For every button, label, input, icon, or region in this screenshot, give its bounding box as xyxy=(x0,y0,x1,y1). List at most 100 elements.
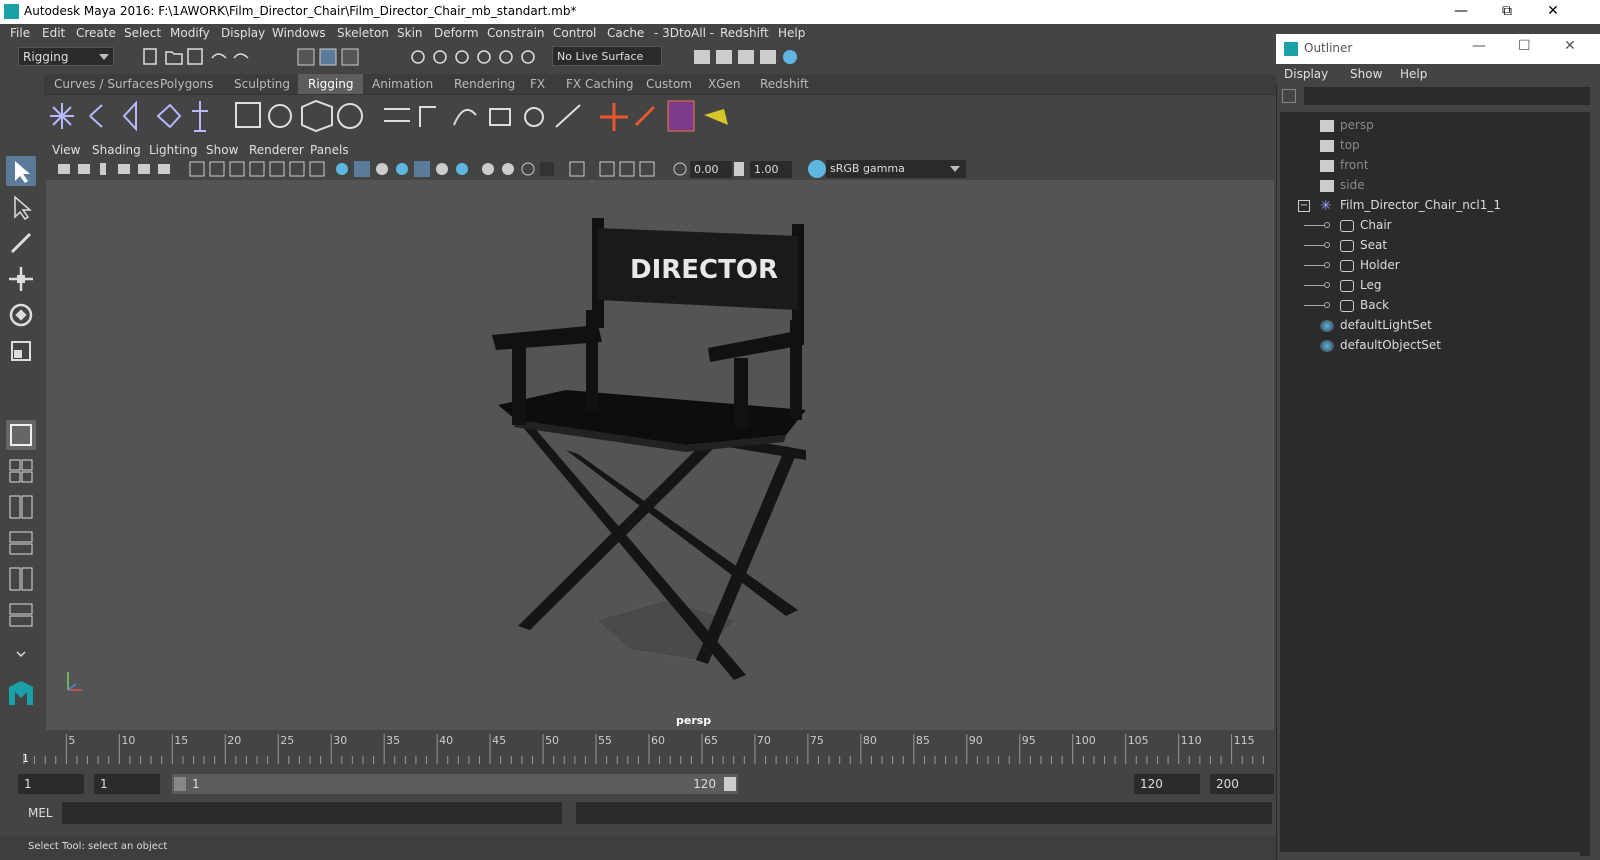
menu-create[interactable]: Create xyxy=(76,26,116,40)
outliner-item[interactable]: side xyxy=(1280,176,1580,196)
undo-icon xyxy=(211,53,227,59)
command-language-label[interactable]: MEL xyxy=(28,806,53,820)
outliner-item[interactable]: defaultObjectSet xyxy=(1280,336,1580,356)
outliner-item[interactable]: Back xyxy=(1280,296,1580,316)
outliner-item-label: defaultObjectSet xyxy=(1340,338,1442,352)
menu-select[interactable]: Select xyxy=(124,26,161,40)
animation-start-field[interactable]: 1 xyxy=(18,774,84,794)
menu-edit[interactable]: Edit xyxy=(42,26,65,40)
outliner-search-input[interactable] xyxy=(1304,87,1590,105)
select-tool-button[interactable] xyxy=(6,156,36,186)
outliner-maximize-button[interactable]: ☐ xyxy=(1518,38,1531,54)
menu-set-dropdown[interactable]: Rigging xyxy=(18,47,114,66)
range-slider-bar[interactable]: 1 120 xyxy=(172,774,738,794)
menu-modify[interactable]: Modify xyxy=(170,26,210,40)
outliner-scrollbar[interactable] xyxy=(1580,112,1590,856)
range-start-label: 1 xyxy=(192,777,200,791)
menu-cache[interactable]: Cache xyxy=(607,26,644,40)
layout-menu-button[interactable] xyxy=(6,638,36,668)
outliner-item[interactable]: defaultLightSet xyxy=(1280,316,1580,336)
menu-redshift[interactable]: Redshift xyxy=(720,26,769,40)
graph-layout-button[interactable] xyxy=(6,600,36,630)
minimize-button[interactable]: — xyxy=(1438,0,1484,24)
outliner-menu-display[interactable]: Display xyxy=(1284,67,1328,81)
tree-connector xyxy=(1304,265,1324,266)
color-space-dropdown[interactable]: sRGB gamma xyxy=(826,160,966,178)
range-start-handle[interactable] xyxy=(174,777,186,791)
persp-outliner-layout-button[interactable] xyxy=(6,492,36,522)
command-input[interactable] xyxy=(62,802,562,824)
outliner-filter-icon[interactable] xyxy=(1282,89,1296,103)
single-perspective-layout-button[interactable] xyxy=(6,420,36,450)
shelf-tab-rigging[interactable]: Rigging xyxy=(298,74,364,94)
outliner-item[interactable]: Holder xyxy=(1280,256,1580,276)
menu-file[interactable]: File xyxy=(10,26,30,40)
menu-help[interactable]: Help xyxy=(778,26,805,40)
menu-deform[interactable]: Deform xyxy=(434,26,479,40)
shelf-tab-rendering[interactable]: Rendering xyxy=(444,74,525,94)
hypershade-layout-button[interactable] xyxy=(6,564,36,594)
four-view-layout-button[interactable] xyxy=(6,456,36,486)
menu-skeleton[interactable]: Skeleton xyxy=(337,26,389,40)
rotate-tool-button[interactable] xyxy=(6,300,36,330)
shelf-tab-fx-caching[interactable]: FX Caching xyxy=(556,74,643,94)
move-tool-button[interactable] xyxy=(6,264,36,294)
outliner-minimize-button[interactable]: — xyxy=(1472,38,1486,54)
outliner-menu-show[interactable]: Show xyxy=(1350,67,1382,81)
shelf-tab-sculpting[interactable]: Sculpting xyxy=(224,74,300,94)
screen-space-ao-icon xyxy=(456,163,468,175)
outliner-item[interactable]: persp xyxy=(1280,116,1580,136)
help-line: Select Tool: select an object xyxy=(0,836,1276,860)
menu-control[interactable]: Control xyxy=(553,26,596,40)
outliner-item[interactable]: top xyxy=(1280,136,1580,156)
chair-model[interactable]: DIRECTOR xyxy=(46,180,1274,730)
live-surface-field[interactable]: No Live Surface xyxy=(552,46,662,66)
paint-select-button[interactable] xyxy=(6,228,36,258)
scale-tool-button[interactable] xyxy=(6,336,36,366)
panel-menu-renderer[interactable]: Renderer xyxy=(249,143,304,157)
menu-display[interactable]: Display xyxy=(221,26,265,40)
playback-end-field[interactable]: 120 xyxy=(1134,774,1200,794)
shelf-tab-polygons[interactable]: Polygons xyxy=(150,74,223,94)
lasso-tool-button[interactable] xyxy=(6,192,36,222)
panel-menu-panels[interactable]: Panels xyxy=(310,143,349,157)
animation-end-field[interactable]: 200 xyxy=(1210,774,1274,794)
collapse-toggle-icon[interactable]: − xyxy=(1298,200,1310,212)
playback-start-field[interactable]: 1 xyxy=(94,774,160,794)
snap-curve-icon xyxy=(433,50,447,64)
time-tick-label: 15 xyxy=(174,734,188,747)
menu-skin[interactable]: Skin xyxy=(397,26,423,40)
shelf-tab-redshift[interactable]: Redshift xyxy=(750,74,819,94)
perspective-viewport[interactable]: DIRECTOR xyxy=(46,180,1274,730)
panel-menu-shading[interactable]: Shading xyxy=(92,143,141,157)
menu-constrain[interactable]: Constrain xyxy=(487,26,545,40)
restore-button[interactable]: ⧉ xyxy=(1484,0,1530,24)
outliner-menu-help[interactable]: Help xyxy=(1400,67,1427,81)
shelf-tab-animation[interactable]: Animation xyxy=(362,74,443,94)
time-slider-ticks: 5 10 15 20 25 30 35 40 45 50 55 60 65 70 75 80 85 90 95 100… xyxy=(23,734,1264,764)
maya-home-button[interactable] xyxy=(6,678,36,708)
panel-menu-view[interactable]: View xyxy=(52,143,80,157)
maya-logo-icon xyxy=(9,681,33,705)
range-end-handle[interactable] xyxy=(724,777,736,791)
outliner-item[interactable]: front xyxy=(1280,156,1580,176)
panel-menu-show[interactable]: Show xyxy=(206,143,238,157)
shelf-tab-xgen[interactable]: XGen xyxy=(698,74,751,94)
time-slider[interactable]: 5 10 15 20 25 30 35 40 45 50 55 60 65 70 75 80 85 90 95 100… xyxy=(18,732,1276,766)
exposure-field[interactable]: 0.00 xyxy=(690,161,732,178)
outliner-item[interactable]: Seat xyxy=(1280,236,1580,256)
menu-windows[interactable]: Windows xyxy=(272,26,326,40)
outliner-item[interactable]: Chair xyxy=(1280,216,1580,236)
stacked-layout-icon xyxy=(9,543,33,555)
color-management-toggle-icon[interactable] xyxy=(808,160,826,178)
close-button[interactable]: ✕ xyxy=(1530,0,1576,24)
outliner-close-button[interactable]: ✕ xyxy=(1564,38,1576,54)
shelf-tab-fx[interactable]: FX xyxy=(520,74,555,94)
menu-3dtoall[interactable]: - 3DtoAll - xyxy=(654,26,714,40)
outliner-item[interactable]: − ✳ Film_Director_Chair_ncl1_1 xyxy=(1280,196,1580,216)
gamma-field[interactable]: 1.00 xyxy=(750,161,792,178)
shelf-tab-custom[interactable]: Custom xyxy=(636,74,702,94)
persp-graph-layout-button[interactable] xyxy=(6,528,36,558)
outliner-item[interactable]: Leg xyxy=(1280,276,1580,296)
panel-menu-lighting[interactable]: Lighting xyxy=(149,143,198,157)
